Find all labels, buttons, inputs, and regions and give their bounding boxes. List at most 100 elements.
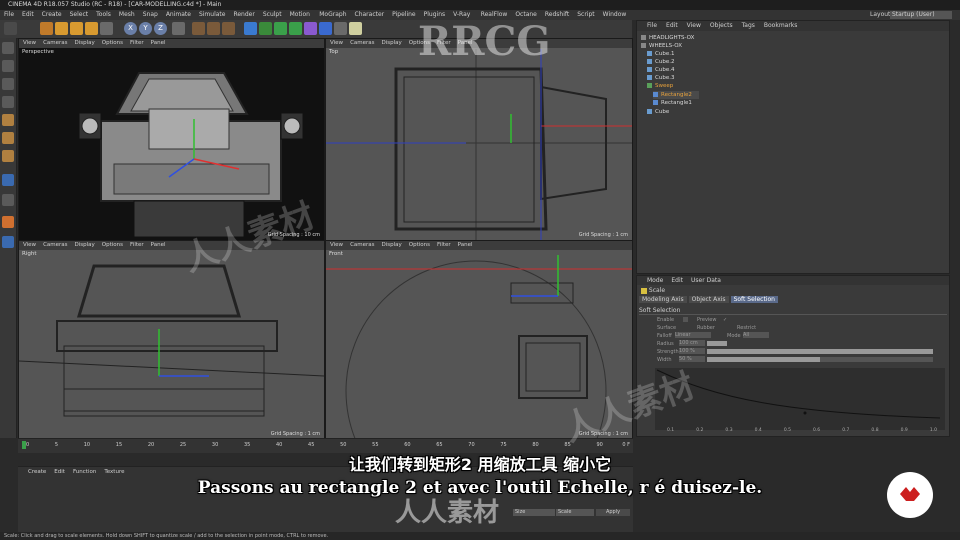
frame-tick: 0 — [26, 442, 30, 448]
rotate-tool-icon[interactable] — [85, 22, 98, 35]
deformer-icon[interactable] — [304, 22, 317, 35]
tab-soft-selection[interactable]: Soft Selection — [730, 296, 778, 303]
am-menu-user-data[interactable]: User Data — [691, 276, 721, 285]
environment-icon[interactable] — [319, 22, 332, 35]
om-menu-file[interactable]: File — [647, 21, 657, 31]
timeline-ticks: 0 5 10 15 20 25 30 35 40 45 50 55 60 65 … — [26, 442, 603, 448]
preview-checkbox[interactable]: ✓ — [723, 317, 727, 323]
om-menu-tags[interactable]: Tags — [742, 21, 755, 31]
camera-icon[interactable] — [334, 22, 347, 35]
subdivision-icon[interactable] — [274, 22, 287, 35]
object-name: Rectangle1 — [661, 100, 692, 106]
viewport-right[interactable]: View Cameras Display Options Filter Pane… — [18, 240, 325, 440]
object-row-selected[interactable]: Rectangle2 — [653, 91, 699, 99]
menu-item-sculpt[interactable]: Sculpt — [263, 10, 282, 20]
am-menu-edit[interactable]: Edit — [671, 276, 683, 285]
menu-item-window[interactable]: Window — [603, 10, 627, 20]
coordinate-scale-select[interactable]: Scale — [556, 509, 594, 516]
object-row[interactable]: Cube.4 — [647, 66, 674, 74]
preview-label: Preview — [697, 317, 717, 323]
make-editable-icon[interactable] — [2, 42, 14, 54]
menu-item-mesh[interactable]: Mesh — [119, 10, 135, 20]
workplane-icon[interactable] — [2, 96, 14, 108]
object-row[interactable]: Cube.1 — [647, 50, 674, 58]
menu-item-edit[interactable]: Edit — [22, 10, 34, 20]
om-menu-bookmarks[interactable]: Bookmarks — [764, 21, 798, 31]
coordinate-system-icon[interactable] — [172, 22, 185, 35]
cube-primitive-icon[interactable] — [244, 22, 257, 35]
object-row[interactable]: HEADLIGHTS-OX — [641, 34, 694, 42]
z-axis-lock-button[interactable]: Z — [154, 22, 167, 35]
y-axis-lock-button[interactable]: Y — [139, 22, 152, 35]
tick: 0.6 — [813, 428, 821, 433]
undo-icon[interactable] — [4, 22, 17, 35]
model-mode-icon[interactable] — [2, 60, 14, 72]
object-row[interactable]: Cube.2 — [647, 58, 674, 66]
coordinate-size-select[interactable]: Size — [513, 509, 555, 516]
frame-tick: 55 — [372, 442, 379, 448]
menu-item-pipeline[interactable]: Pipeline — [392, 10, 415, 20]
menu-item-simulate[interactable]: Simulate — [199, 10, 226, 20]
move-tool-icon[interactable] — [55, 22, 68, 35]
radius-slider[interactable] — [707, 341, 727, 346]
menu-item-tools[interactable]: Tools — [96, 10, 111, 20]
menu-item-character[interactable]: Character — [355, 10, 385, 20]
menu-item-mograph[interactable]: MoGraph — [319, 10, 346, 20]
tick: 0.3 — [725, 428, 733, 433]
title-bar: CINEMA 4D R18.057 Studio (RC - R18) - [C… — [0, 0, 960, 10]
snap-icon[interactable] — [2, 216, 14, 228]
mode-select[interactable]: All — [743, 332, 769, 338]
x-axis-lock-button[interactable]: X — [124, 22, 137, 35]
menu-item-script[interactable]: Script — [577, 10, 594, 20]
om-menu-view[interactable]: View — [687, 21, 701, 31]
layout-select[interactable]: Startup (User) — [890, 11, 952, 19]
status-bar: Scale: Click and drag to scale elements.… — [0, 532, 960, 540]
edges-mode-icon[interactable] — [2, 132, 14, 144]
points-mode-icon[interactable] — [2, 114, 14, 126]
menu-item-animate[interactable]: Animate — [166, 10, 191, 20]
viewport-top[interactable]: View Cameras Display Options Filter Pane… — [325, 38, 633, 241]
menu-item-file[interactable]: File — [4, 10, 14, 20]
object-row[interactable]: Sweep — [647, 82, 673, 90]
radius-field[interactable]: 100 cm — [679, 340, 705, 346]
pen-spline-icon[interactable] — [259, 22, 272, 35]
apply-button[interactable]: Apply — [596, 509, 630, 516]
om-menu-objects[interactable]: Objects — [710, 21, 733, 31]
object-row[interactable]: Rectangle1 — [653, 99, 692, 107]
grid-spacing-label: Grid Spacing : 1 cm — [578, 232, 628, 238]
tab-object-axis[interactable]: Object Axis — [688, 296, 729, 303]
render-settings-icon[interactable] — [222, 22, 235, 35]
array-icon[interactable] — [289, 22, 302, 35]
object-row[interactable]: Cube.3 — [647, 74, 674, 82]
menu-item-create[interactable]: Create — [42, 10, 62, 20]
falloff-select[interactable]: Linear — [675, 332, 711, 338]
menu-item-render[interactable]: Render — [233, 10, 254, 20]
menu-item-select[interactable]: Select — [70, 10, 89, 20]
frame-tick: 5 — [54, 442, 59, 448]
menu-item-motion-tracker[interactable]: Motion Tracker — [290, 10, 312, 28]
axis-mode-icon[interactable] — [2, 174, 14, 186]
tweak-mode-icon[interactable] — [2, 194, 14, 206]
am-menu-mode[interactable]: Mode — [647, 276, 663, 285]
object-row[interactable]: WHEELS-OX — [641, 42, 682, 50]
live-selection-icon[interactable] — [40, 22, 53, 35]
strength-field[interactable]: 100 % — [679, 348, 705, 354]
tab-modeling-axis[interactable]: Modeling Axis — [639, 296, 687, 303]
menu-item-snap[interactable]: Snap — [143, 10, 158, 20]
light-icon[interactable] — [349, 22, 362, 35]
texture-mode-icon[interactable] — [2, 78, 14, 90]
scale-tool-icon[interactable] — [70, 22, 83, 35]
width-slider[interactable] — [707, 357, 933, 362]
strength-slider[interactable] — [707, 349, 933, 354]
polygons-mode-icon[interactable] — [2, 150, 14, 162]
sculpt-icon[interactable] — [2, 236, 14, 248]
render-view-icon[interactable] — [192, 22, 205, 35]
recent-tools-icon[interactable] — [100, 22, 113, 35]
enable-checkbox[interactable] — [683, 317, 688, 322]
object-row[interactable]: Cube — [647, 108, 669, 116]
frame-tick: 60 — [404, 442, 411, 448]
render-picture-viewer-icon[interactable] — [207, 22, 220, 35]
om-menu-edit[interactable]: Edit — [666, 21, 678, 31]
object-name: Cube.4 — [655, 67, 675, 73]
tick: 0.7 — [842, 428, 850, 433]
